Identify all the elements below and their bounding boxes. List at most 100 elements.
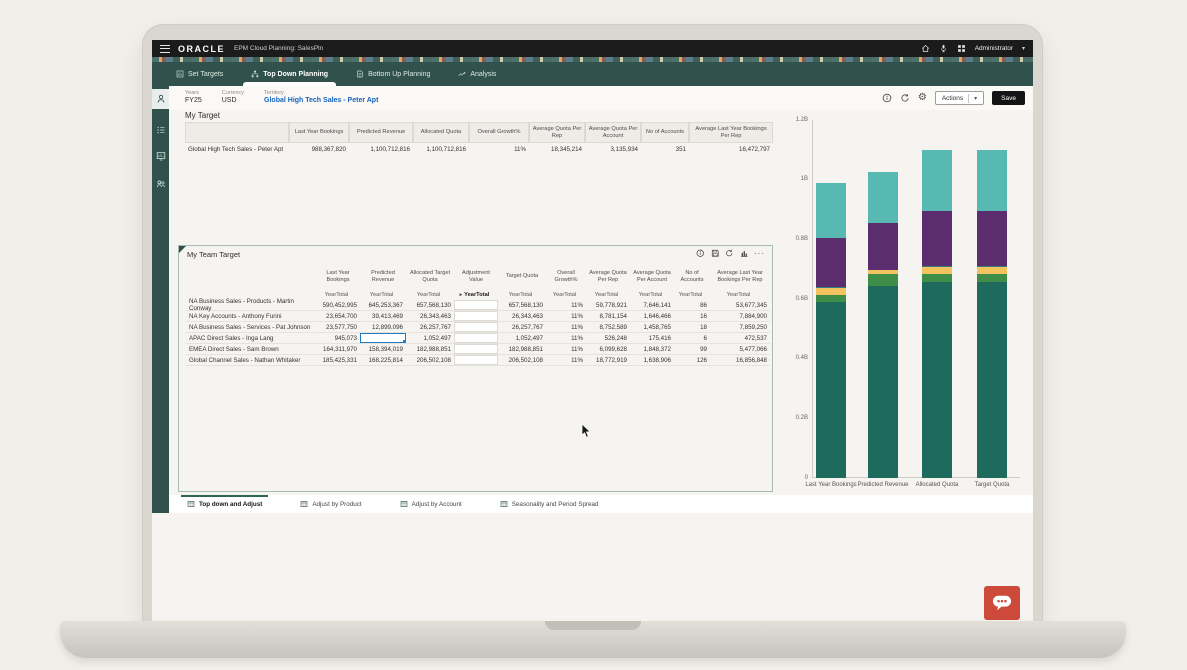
grid-cell[interactable]: 11% (546, 355, 586, 365)
gear-icon[interactable]: ⚙ (918, 93, 927, 103)
grid-cell[interactable]: 11% (469, 143, 529, 156)
actions-button[interactable]: Actions ▾ (935, 91, 984, 105)
pov-territory[interactable]: Territory Global High Tech Sales - Peter… (264, 90, 378, 106)
grid-cell[interactable]: 1,100,712,816 (349, 143, 413, 156)
grid-cell[interactable]: 1,458,765 (630, 322, 674, 332)
row-header[interactable]: NA Business Sales - Services - Pat Johns… (186, 322, 316, 332)
grid-cell[interactable]: 988,367,820 (289, 143, 349, 156)
grid-cell[interactable]: 99 (674, 344, 710, 354)
tab-bottom-up-planning[interactable]: Bottom Up Planning (356, 62, 430, 86)
grid-cell[interactable]: 7,884,900 (710, 311, 770, 321)
grid-cell[interactable]: 11% (546, 344, 586, 354)
grid-cell[interactable]: 590,452,995 (316, 300, 360, 310)
grid-cell[interactable] (454, 300, 498, 310)
grid-cell[interactable] (454, 344, 498, 354)
grid-cell[interactable]: 164,311,970 (316, 344, 360, 354)
grid-cell[interactable]: 23,577,750 (316, 322, 360, 332)
refresh-icon[interactable] (900, 93, 910, 103)
pov-years[interactable]: Years FY25 (185, 90, 202, 106)
grid-cell[interactable]: 945,073 (316, 333, 360, 343)
bottom-tab-seasonality-and-period-spread[interactable]: Seasonality and Period Spread (494, 495, 605, 513)
grid-cell[interactable]: 86 (674, 300, 710, 310)
grid-cell[interactable] (454, 333, 498, 343)
grid-cell[interactable]: 206,502,108 (406, 355, 454, 365)
grid-cell[interactable]: 185,425,331 (316, 355, 360, 365)
grid-cell[interactable]: 1,638,906 (630, 355, 674, 365)
grid-cell[interactable]: 23,654,700 (316, 311, 360, 321)
grid-cell[interactable]: 11% (546, 311, 586, 321)
grid-cell[interactable]: 11% (546, 333, 586, 343)
sidebar-item-people[interactable] (152, 174, 169, 194)
subheader-cell[interactable]: YearTotal (454, 290, 498, 300)
grid-cell[interactable]: 1,052,497 (498, 333, 546, 343)
grid-cell[interactable]: 168,225,814 (360, 355, 406, 365)
tab-set-targets[interactable]: Set Targets (176, 62, 223, 86)
grid-cell[interactable]: 126 (674, 355, 710, 365)
row-header[interactable]: APAC Direct Sales - Inga Lang (186, 333, 316, 343)
info-icon[interactable] (882, 93, 892, 103)
menu-icon[interactable] (160, 45, 170, 53)
bottom-tab-adjust-by-product[interactable]: Adjust by Product (294, 495, 367, 513)
more-icon[interactable]: ··· (754, 249, 765, 258)
grid-cell[interactable]: 11% (546, 300, 586, 310)
grid-cell[interactable]: 526,248 (586, 333, 630, 343)
grid-cell[interactable]: 182,988,851 (406, 344, 454, 354)
grid-cell[interactable]: 18,345,214 (529, 143, 585, 156)
grid-cell[interactable]: 26,343,463 (498, 311, 546, 321)
grid-cell[interactable] (454, 355, 498, 365)
tab-analysis[interactable]: Analysis (458, 62, 496, 86)
stacked-bar[interactable] (868, 120, 898, 478)
grid-cell[interactable]: 8,752,589 (586, 322, 630, 332)
row-header[interactable]: EMEA Direct Sales - Sam Brown (186, 344, 316, 354)
chart-icon[interactable] (740, 249, 749, 258)
grid-cell[interactable]: 26,257,767 (406, 322, 454, 332)
grid-cell[interactable]: 5,477,066 (710, 344, 770, 354)
grid-cell[interactable]: 1,848,372 (630, 344, 674, 354)
grid-cell[interactable]: 6 (674, 333, 710, 343)
save-button[interactable]: Save (992, 91, 1025, 105)
grid-cell[interactable]: 11% (546, 322, 586, 332)
grid-cell[interactable]: 39,413,469 (360, 311, 406, 321)
grid-cell[interactable]: 16,472,797 (689, 143, 773, 156)
row-header[interactable]: Global High Tech Sales - Peter Apt (185, 143, 289, 156)
grid-cell[interactable]: 8,781,154 (586, 311, 630, 321)
user-menu[interactable]: Administrator (975, 45, 1013, 52)
row-header[interactable]: Global Channel Sales - Nathan Whitaker (186, 355, 316, 365)
grid-cell[interactable]: 1,052,497 (406, 333, 454, 343)
mic-icon[interactable] (939, 44, 948, 53)
apps-grid-icon[interactable] (957, 44, 966, 53)
grid-cell[interactable]: 645,253,367 (360, 300, 406, 310)
grid-cell[interactable]: 158,394,019 (360, 344, 406, 354)
sidebar-item-tasklist[interactable] (152, 120, 169, 140)
grid-cell[interactable]: 472,537 (710, 333, 770, 343)
refresh-icon[interactable] (725, 249, 734, 258)
stacked-bar[interactable] (816, 120, 846, 478)
grid-cell[interactable]: 16,856,848 (710, 355, 770, 365)
pov-currency[interactable]: Currency USD (222, 90, 244, 106)
grid-cell[interactable] (454, 322, 498, 332)
grid-cell[interactable]: 657,568,130 (498, 300, 546, 310)
grid-cell[interactable]: 53,677,345 (710, 300, 770, 310)
grid-cell[interactable]: 657,568,130 (406, 300, 454, 310)
grid-cell[interactable]: 1,100,712,816 (413, 143, 469, 156)
info-icon[interactable] (696, 249, 705, 258)
grid-cell[interactable]: 351 (641, 143, 689, 156)
grid-cell[interactable]: 7,859,250 (710, 322, 770, 332)
grid-cell[interactable]: 18 (674, 322, 710, 332)
sidebar-item-person[interactable] (152, 89, 169, 109)
grid-cell[interactable]: 26,343,463 (406, 311, 454, 321)
grid-cell[interactable]: 206,502,108 (498, 355, 546, 365)
grid-cell[interactable]: 7,646,141 (630, 300, 674, 310)
grid-cell[interactable]: 3,135,934 (585, 143, 641, 156)
grid-cell[interactable]: 1,646,466 (630, 311, 674, 321)
bottom-tab-adjust-by-account[interactable]: Adjust by Account (394, 495, 468, 513)
grid-cell[interactable]: 12,899,096 (360, 322, 406, 332)
sidebar-item-dashboard[interactable] (152, 146, 169, 166)
stacked-bar[interactable] (922, 120, 952, 478)
row-header[interactable]: NA Key Accounts - Anthony Furini (186, 311, 316, 321)
row-header[interactable]: NA Business Sales - Products - Martin Co… (186, 300, 316, 310)
grid-cell[interactable] (454, 311, 498, 321)
grid-cell[interactable]: 18,772,919 (586, 355, 630, 365)
feedback-chat-button[interactable] (984, 586, 1020, 620)
grid-cell[interactable]: 26,257,767 (498, 322, 546, 332)
